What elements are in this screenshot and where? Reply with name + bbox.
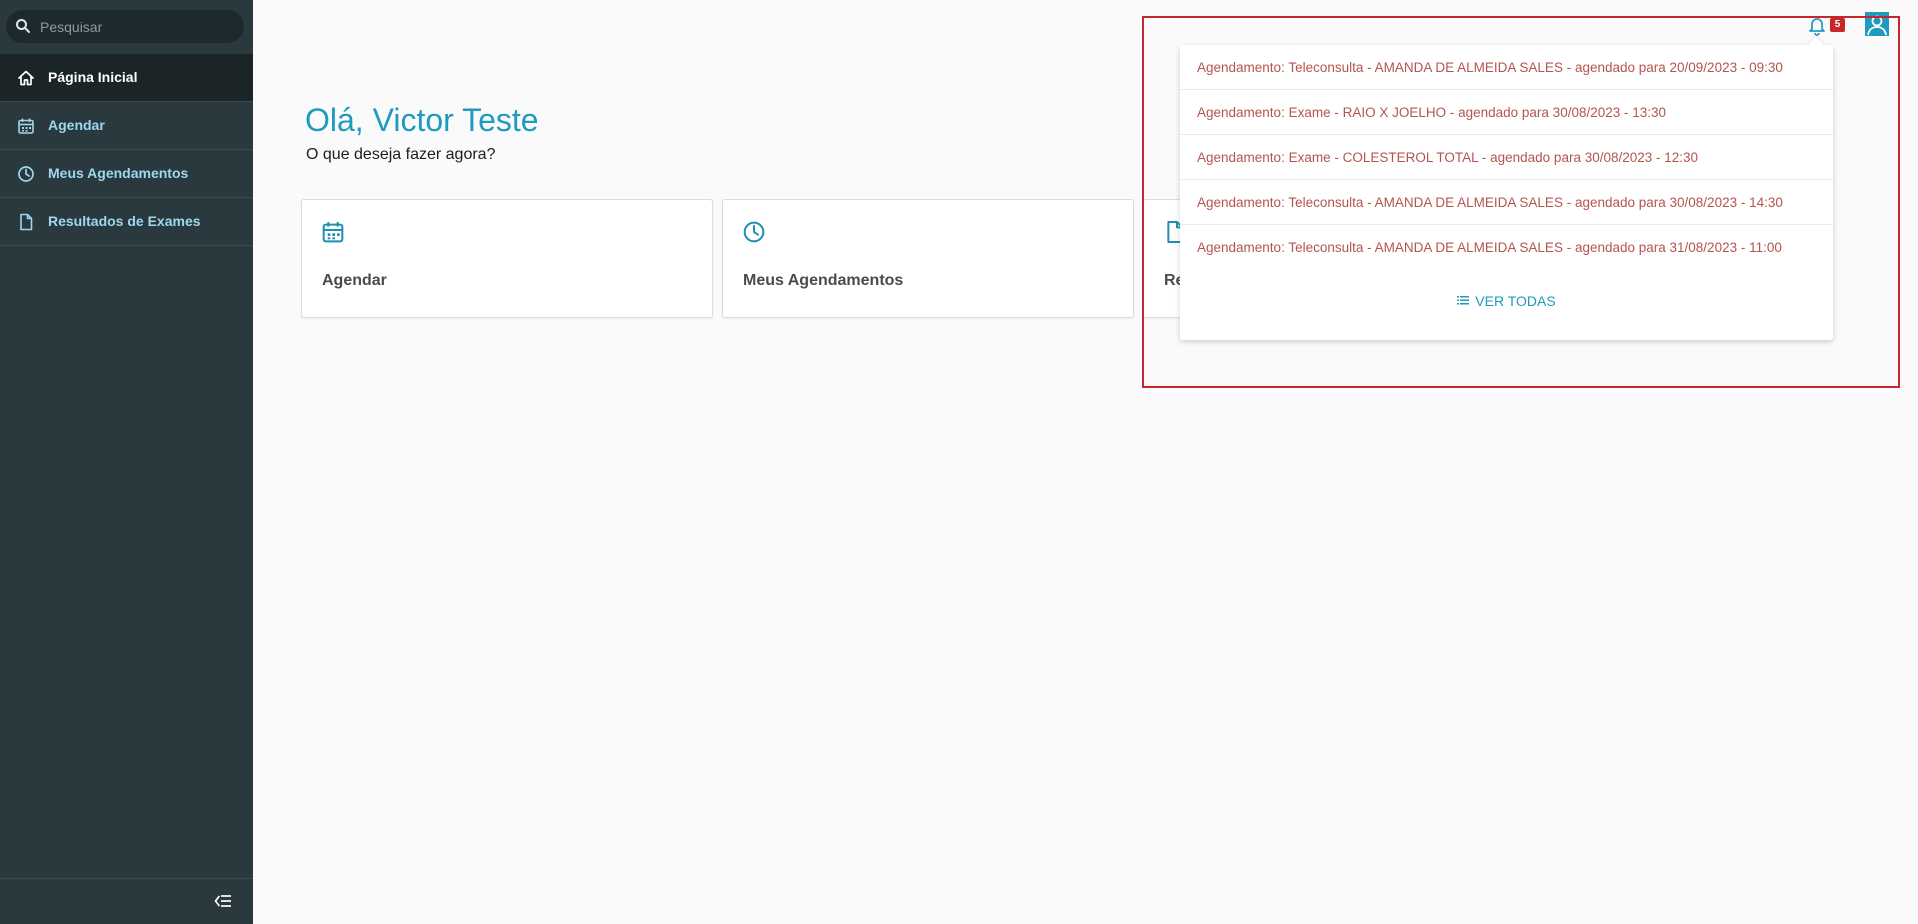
calendar-icon	[321, 220, 345, 249]
search-input[interactable]	[40, 10, 230, 43]
list-icon	[1457, 292, 1470, 310]
clock-icon	[742, 220, 766, 249]
notification-item[interactable]: Agendamento: Exame - COLESTEROL TOTAL - …	[1180, 135, 1833, 180]
home-icon	[17, 69, 35, 92]
page-subtitle: O que deseja fazer agora?	[306, 146, 496, 163]
card-label: Meus Agendamentos	[743, 272, 904, 289]
page-title: Olá, Victor Teste	[305, 102, 539, 138]
notification-item[interactable]: Agendamento: Teleconsulta - AMANDA DE AL…	[1180, 180, 1833, 225]
sidebar-item-label: Agendar	[48, 117, 105, 133]
search-icon	[15, 18, 31, 39]
sidebar-item-label: Meus Agendamentos	[48, 165, 189, 181]
search-box[interactable]	[6, 10, 244, 43]
card-agendar[interactable]: Agendar	[301, 199, 713, 318]
notification-text: Agendamento: Teleconsulta - AMANDA DE AL…	[1197, 195, 1783, 210]
card-label: Agendar	[322, 272, 387, 289]
notifications-dropdown: Agendamento: Teleconsulta - AMANDA DE AL…	[1180, 45, 1833, 340]
notification-item[interactable]: Agendamento: Teleconsulta - AMANDA DE AL…	[1180, 45, 1833, 90]
card-meus-agendamentos[interactable]: Meus Agendamentos	[722, 199, 1134, 318]
sidebar-item-meus-agendamentos[interactable]: Meus Agendamentos	[0, 150, 253, 198]
notification-text: Agendamento: Teleconsulta - AMANDA DE AL…	[1197, 240, 1782, 255]
sidebar-item-label: Página Inicial	[48, 69, 138, 85]
sidebar-item-resultados-de-exames[interactable]: Resultados de Exames	[0, 198, 253, 246]
view-all-label: VER TODAS	[1475, 293, 1556, 309]
sidebar-item-agendar[interactable]: Agendar	[0, 102, 253, 150]
notification-item[interactable]: Agendamento: Teleconsulta - AMANDA DE AL…	[1180, 225, 1833, 270]
notification-text: Agendamento: Exame - RAIO X JOELHO - age…	[1197, 105, 1667, 120]
sidebar-item-home[interactable]: Página Inicial	[0, 54, 253, 102]
document-icon	[17, 213, 35, 236]
sidebar: Página Inicial Agendar Meus Agendamentos…	[0, 0, 253, 924]
view-all-button[interactable]: VER TODAS	[1180, 292, 1833, 312]
calendar-icon	[17, 117, 35, 140]
notification-text: Agendamento: Exame - COLESTEROL TOTAL - …	[1197, 150, 1699, 165]
notification-count-badge: 5	[1830, 18, 1845, 32]
user-icon[interactable]	[1865, 12, 1889, 36]
collapse-menu-icon[interactable]	[214, 893, 232, 914]
sidebar-item-label: Resultados de Exames	[48, 213, 201, 229]
sidebar-footer	[0, 878, 253, 924]
notification-text: Agendamento: Teleconsulta - AMANDA DE AL…	[1197, 60, 1783, 75]
clock-icon	[17, 165, 35, 188]
notification-item[interactable]: Agendamento: Exame - RAIO X JOELHO - age…	[1180, 90, 1833, 135]
